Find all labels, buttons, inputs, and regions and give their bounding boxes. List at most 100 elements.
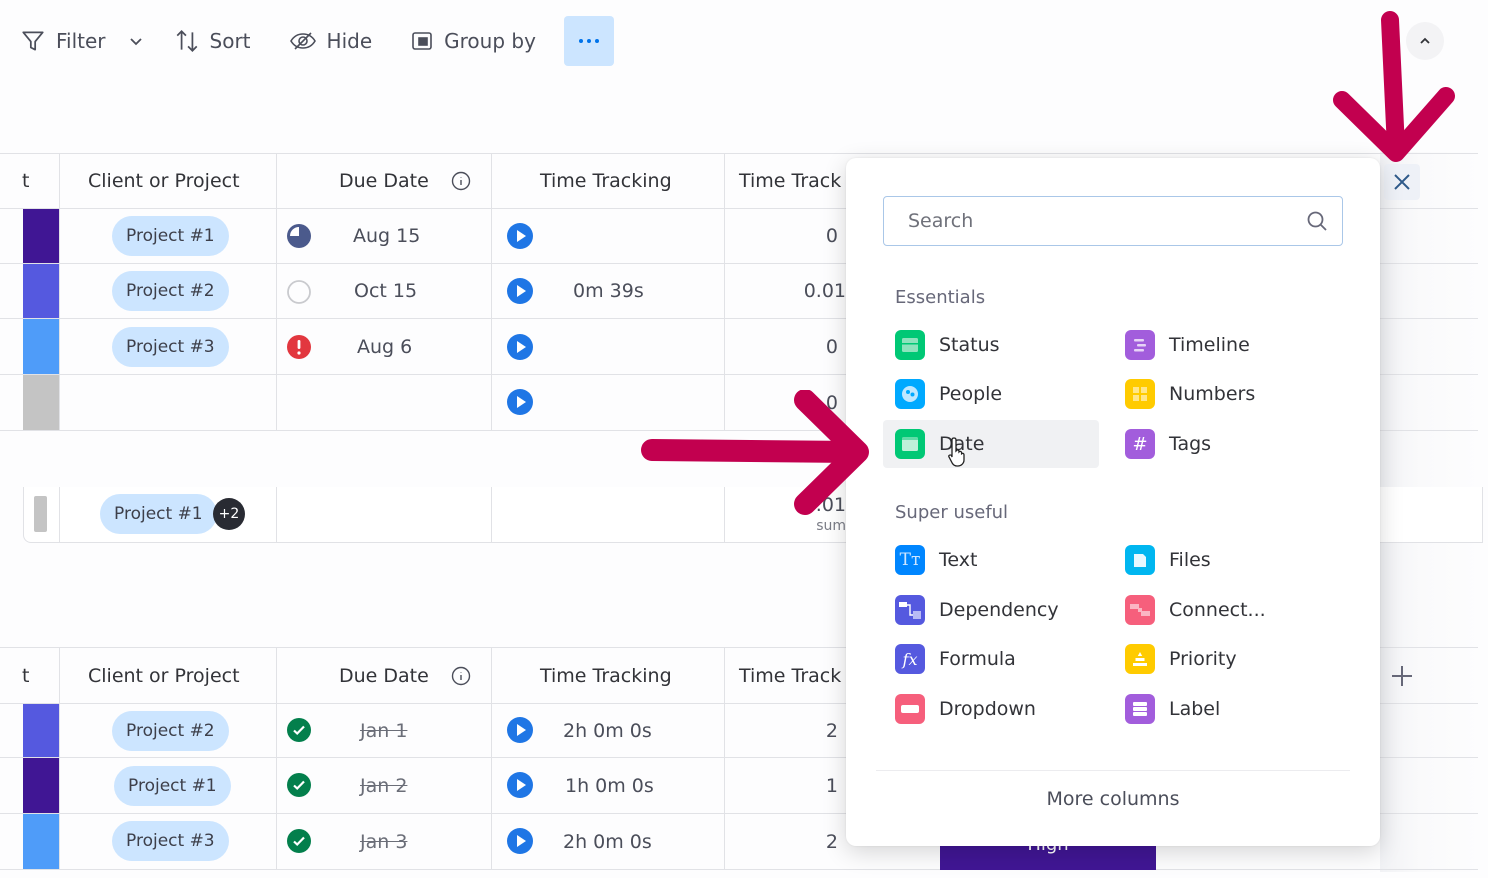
column-option-tags[interactable]: # Tags [1113, 420, 1329, 468]
hours-sum-label: sum [816, 518, 846, 534]
column-header-client-project[interactable]: Client or Project [88, 153, 240, 208]
done-check-icon [287, 718, 311, 742]
column-option-numbers[interactable]: Numbers [1113, 370, 1329, 418]
column-header-due-date[interactable]: Due Date [339, 153, 429, 208]
column-option-status[interactable]: Status [883, 321, 1099, 369]
in-progress-status-icon [287, 224, 311, 248]
play-timer-icon[interactable] [507, 772, 533, 798]
option-label: Dependency [939, 599, 1059, 621]
column-option-dependency[interactable]: Dependency [883, 586, 1099, 634]
more-columns-link[interactable]: More columns [846, 788, 1380, 810]
column-option-timeline[interactable]: Timeline [1113, 321, 1329, 369]
option-label: Tags [1169, 433, 1212, 455]
due-date-value[interactable]: Aug 15 [353, 209, 420, 263]
column-header-time-track-hours[interactable]: Time Track [739, 153, 841, 208]
play-timer-icon[interactable] [507, 828, 533, 854]
panel-divider [876, 770, 1350, 771]
info-icon[interactable] [451, 666, 471, 686]
summary-project-pill[interactable]: Project #1 [100, 494, 217, 534]
group-color-indicator [23, 264, 59, 318]
hide-button[interactable]: Hide [289, 29, 373, 53]
search-icon [1307, 211, 1327, 231]
project-pill[interactable]: Project #2 [112, 711, 229, 751]
project-pill[interactable]: Project #3 [112, 821, 229, 861]
column-option-dropdown[interactable]: Dropdown [883, 685, 1099, 733]
extra-count-badge[interactable]: +2 [213, 498, 245, 530]
collapse-button[interactable] [1406, 22, 1444, 60]
done-check-icon [287, 773, 311, 797]
sort-button[interactable]: Sort [174, 28, 251, 54]
section-title-essentials: Essentials [895, 287, 986, 308]
column-option-priority[interactable]: Priority [1113, 635, 1329, 683]
play-timer-icon[interactable] [507, 717, 533, 743]
not-started-status-icon [287, 280, 311, 304]
board-toolbar: Filter Sort Hide Group by [20, 16, 614, 66]
column-option-text[interactable]: Tт Text [883, 536, 1099, 584]
column-option-formula[interactable]: fx Formula [883, 635, 1099, 683]
column-header-time-tracking[interactable]: Time Tracking [540, 153, 672, 208]
column-picker-dropdown: Essentials Status Timeline People Number… [846, 158, 1380, 846]
project-pill[interactable]: Project #2 [112, 271, 229, 311]
group-color-indicator [23, 209, 59, 263]
numbers-icon [1125, 379, 1155, 409]
filter-icon [22, 31, 44, 51]
chevron-up-icon [1420, 37, 1430, 44]
add-column-button[interactable] [1386, 660, 1418, 692]
column-option-date[interactable]: Date [883, 420, 1099, 468]
due-date-value[interactable]: Oct 15 [354, 264, 417, 318]
info-icon[interactable] [451, 171, 471, 191]
close-column-picker-button[interactable] [1384, 164, 1420, 200]
project-pill[interactable]: Project #1 [112, 216, 229, 256]
text-icon: Tт [895, 545, 925, 575]
due-date-value[interactable]: Jan 3 [360, 814, 407, 869]
status-icon [895, 330, 925, 360]
column-header-item[interactable]: t [22, 153, 29, 208]
hours-value: 2 [825, 830, 838, 853]
play-timer-icon[interactable] [507, 223, 533, 249]
label-icon [1125, 694, 1155, 724]
play-timer-icon[interactable] [507, 389, 533, 415]
time-tracking-value: 2h 0m 0s [563, 830, 652, 853]
play-timer-icon[interactable] [507, 278, 533, 304]
tags-icon: # [1125, 429, 1155, 459]
option-label: Formula [939, 648, 1016, 670]
formula-icon: fx [895, 644, 925, 674]
column-option-people[interactable]: People [883, 370, 1099, 418]
hide-label: Hide [326, 29, 373, 53]
option-label: Text [939, 549, 978, 571]
group-by-button[interactable]: Group by [410, 29, 536, 53]
connect-icon [1125, 595, 1155, 625]
filter-label: Filter [56, 29, 106, 53]
due-date-value[interactable]: Jan 2 [360, 758, 407, 813]
due-date-value[interactable]: Jan 1 [360, 704, 407, 757]
column-header-client-project[interactable]: Client or Project [88, 648, 240, 703]
option-label: Connect... [1169, 599, 1266, 621]
hours-value: 0 [825, 335, 838, 358]
option-label: Priority [1169, 648, 1237, 670]
column-option-label[interactable]: Label [1113, 685, 1329, 733]
project-pill[interactable]: Project #1 [114, 766, 231, 806]
column-header-item[interactable]: t [22, 648, 29, 703]
option-label: Status [939, 334, 1000, 356]
filter-button[interactable]: Filter [20, 28, 106, 54]
due-date-value[interactable]: Aug 6 [357, 319, 412, 374]
column-header-time-tracking[interactable]: Time Tracking [540, 648, 672, 703]
column-search-box[interactable] [883, 196, 1343, 246]
hours-value: 1 [825, 774, 838, 797]
annotation-arrow-down [1333, 11, 1455, 162]
option-label: Timeline [1169, 334, 1250, 356]
column-header-due-date[interactable]: Due Date [339, 648, 429, 703]
column-search-input[interactable] [908, 210, 1306, 232]
project-pill[interactable]: Project #3 [112, 327, 229, 367]
filter-dropdown-toggle[interactable] [128, 33, 144, 49]
summary-color-indicator [34, 496, 47, 532]
column-option-connect-boards[interactable]: Connect... [1113, 586, 1329, 634]
column-header-time-track-hours[interactable]: Time Track [739, 648, 841, 703]
more-options-button[interactable] [563, 16, 614, 66]
play-timer-icon[interactable] [507, 334, 533, 360]
dropdown-icon [895, 694, 925, 724]
ellipsis-icon [578, 39, 583, 43]
column-option-files[interactable]: Files [1113, 536, 1329, 584]
sort-label: Sort [209, 29, 251, 53]
date-icon [895, 429, 925, 459]
